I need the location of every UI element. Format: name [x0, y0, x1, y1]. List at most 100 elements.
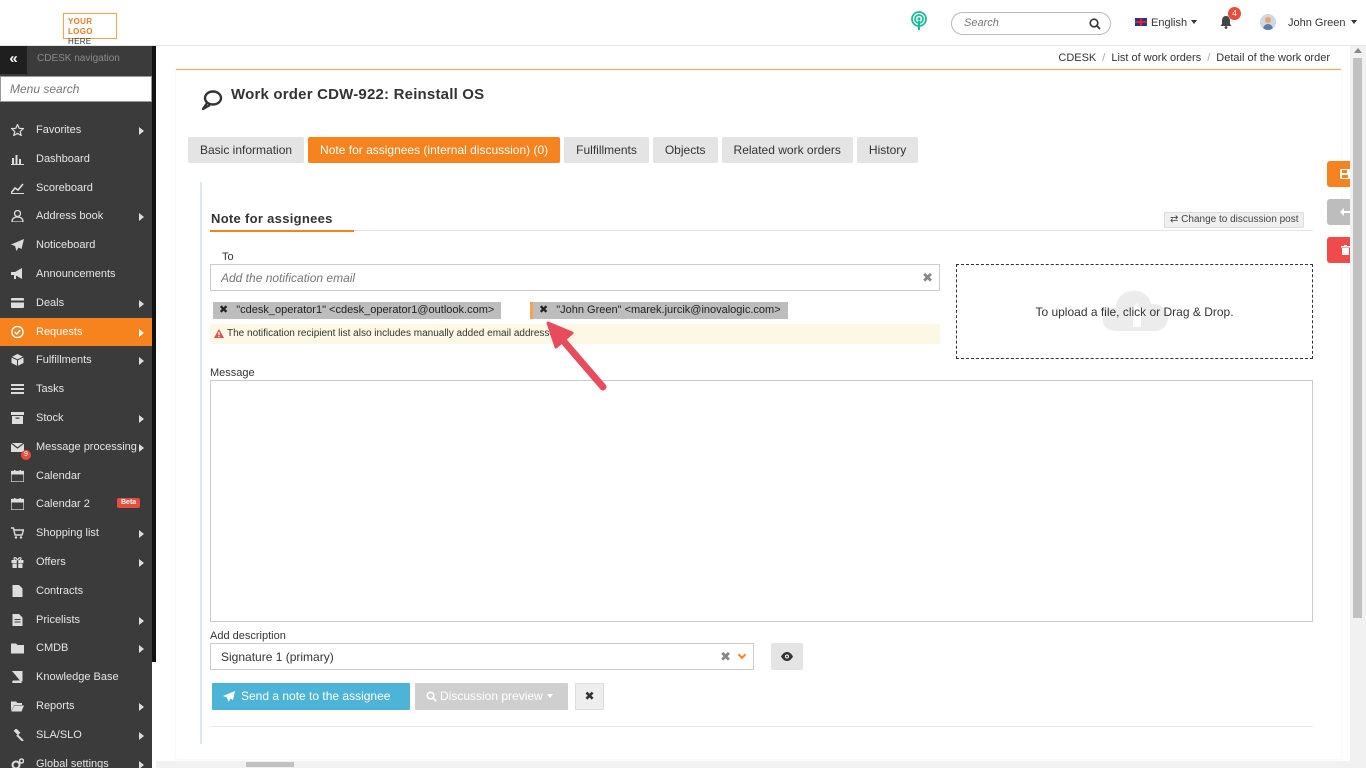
- file-icon: [12, 584, 23, 597]
- scroll-up-icon[interactable]: [1354, 48, 1362, 53]
- chevron-down-icon[interactable]: [737, 650, 747, 660]
- breadcrumb-separator: /: [1207, 52, 1211, 64]
- tasks-icon: [11, 384, 24, 395]
- file-upload-dropzone[interactable]: To upload a file, click or Drag & Drop.: [956, 264, 1313, 359]
- sidebar-item-global-settings[interactable]: Global settings: [0, 750, 152, 768]
- change-to-discussion-button[interactable]: ⇄ Change to discussion post: [1164, 212, 1305, 228]
- send-note-button[interactable]: Send a note to the assignee: [212, 683, 410, 710]
- breadcrumb-item-current: Detail of the work order: [1216, 52, 1330, 64]
- sidebar-item-tasks[interactable]: Tasks: [0, 375, 152, 404]
- sidebar-item-fulfillments[interactable]: Fulfillments: [0, 346, 152, 375]
- vertical-scrollbar[interactable]: [1350, 46, 1366, 768]
- sidebar-item-calendar[interactable]: Calendar: [0, 462, 152, 491]
- recipient-email-input[interactable]: [221, 271, 901, 285]
- collapse-sidebar-button[interactable]: «: [0, 46, 27, 74]
- sidebar-item-favorites[interactable]: Favorites: [0, 116, 152, 145]
- sidebar-item-address-book[interactable]: Address book: [0, 202, 152, 231]
- sidebar-item-label: SLA/SLO: [36, 728, 82, 741]
- sidebar-item-calendar-2[interactable]: Calendar 2 Beta: [0, 490, 152, 519]
- search-icon[interactable]: [1089, 18, 1101, 30]
- sidebar-item-contracts[interactable]: Contracts: [0, 577, 152, 606]
- scrollbar-thumb[interactable]: [246, 762, 294, 767]
- change-to-discussion-label: Change to discussion post: [1181, 214, 1299, 225]
- tab-basic-information[interactable]: Basic information: [188, 137, 305, 163]
- tab-note-for-assignees-internal-discussion-0[interactable]: Note for assignees (internal discussion)…: [308, 137, 561, 163]
- notification-badge: 4: [1228, 7, 1241, 20]
- sidebar-item-offers[interactable]: Offers: [0, 548, 152, 577]
- menu-search-input[interactable]: [10, 82, 140, 96]
- sidebar-item-label: Tasks: [36, 383, 65, 396]
- sidebar-item-label: Calendar 2: [36, 498, 90, 511]
- sidebar-item-cmdb[interactable]: CMDB: [0, 634, 152, 663]
- podcast-icon[interactable]: [909, 11, 929, 31]
- sidebar-item-requests[interactable]: Requests: [0, 317, 152, 347]
- arrow-left-icon: [1339, 208, 1351, 216]
- chevron-right-icon: [139, 414, 144, 423]
- search-input[interactable]: [964, 17, 1084, 29]
- company-logo[interactable]: YOUR LOGO HERE: [63, 13, 117, 46]
- tab-related-work-orders[interactable]: Related work orders: [721, 137, 853, 163]
- logo-line-1: YOUR LOGO: [68, 17, 93, 36]
- tab-fulfillments[interactable]: Fulfillments: [564, 137, 649, 163]
- sidebar-item-label: Requests: [36, 325, 83, 338]
- sidebar-item-scoreboard[interactable]: Scoreboard: [0, 174, 152, 203]
- search-icon: [426, 691, 437, 702]
- sidebar-item-label: Reports: [36, 699, 75, 712]
- menu-search[interactable]: [0, 76, 152, 102]
- sidebar-item-label: Stock: [36, 411, 64, 424]
- tab-history[interactable]: History: [856, 137, 919, 163]
- floppy-icon: [1340, 169, 1350, 179]
- card-icon: [11, 297, 24, 308]
- description-select[interactable]: Signature 1 (primary) ✖: [210, 643, 754, 670]
- unread-badge: 9: [21, 449, 31, 460]
- avatar[interactable]: [1260, 14, 1276, 30]
- sidebar-item-label: Address book: [36, 210, 104, 223]
- sidebar-item-dashboard[interactable]: Dashboard: [0, 145, 152, 174]
- user-name: John Green: [1288, 17, 1346, 29]
- discussion-preview-button[interactable]: Discussion preview: [415, 683, 568, 710]
- sidebar-item-shopping-list[interactable]: Shopping list: [0, 519, 152, 548]
- clear-icon[interactable]: ✖: [922, 270, 933, 286]
- horizontal-scrollbar[interactable]: [156, 761, 1350, 768]
- sidebar-item-sla-slo[interactable]: SLA/SLO: [0, 721, 152, 750]
- chevron-down-icon: [1351, 20, 1358, 24]
- scrollbar-thumb[interactable]: [1353, 58, 1362, 618]
- star-icon: [11, 124, 24, 136]
- sidebar-item-label: Announcements: [36, 267, 116, 280]
- section-divider: [210, 230, 1313, 231]
- chevron-right-icon: [139, 616, 144, 625]
- user-menu[interactable]: John Green: [1288, 17, 1358, 29]
- sidebar-item-noticeboard[interactable]: Noticeboard: [0, 231, 152, 260]
- sidebar-item-stock[interactable]: Stock: [0, 404, 152, 433]
- paper-plane-icon: [223, 691, 235, 702]
- preview-signature-button[interactable]: [771, 643, 803, 670]
- sidebar-item-pricelists[interactable]: Pricelists: [0, 606, 152, 635]
- trash-icon: [1340, 245, 1350, 255]
- sidebar-item-message-processing[interactable]: Message processing 9: [0, 433, 152, 462]
- sidebar-title: CDESK navigation: [37, 53, 120, 64]
- exchange-icon: ⇄: [1170, 214, 1182, 225]
- sidebar-item-deals[interactable]: Deals: [0, 289, 152, 318]
- sidebar-item-label: Calendar: [36, 469, 81, 482]
- language-selector[interactable]: English: [1135, 17, 1198, 29]
- breadcrumb-item[interactable]: CDESK: [1058, 52, 1096, 64]
- sidebar-item-reports[interactable]: Reports: [0, 692, 152, 721]
- paper-plane-icon: [11, 239, 24, 252]
- sidebar-item-announcements[interactable]: Announcements: [0, 260, 152, 289]
- sidebar-item-label: Pricelists: [36, 613, 81, 626]
- cancel-button[interactable]: ✖: [575, 683, 604, 710]
- remove-recipient-icon[interactable]: ✖: [219, 304, 228, 316]
- line-chart-icon: [11, 183, 24, 194]
- message-textarea[interactable]: [210, 380, 1313, 622]
- clear-icon[interactable]: ✖: [720, 649, 731, 665]
- sidebar-menu: Favorites Dashboard Scoreboard Address book…: [0, 116, 152, 768]
- sidebar-item-label: Fulfillments: [36, 354, 92, 367]
- recipient-email-field[interactable]: ✖: [210, 264, 940, 291]
- tab-objects[interactable]: Objects: [652, 137, 718, 163]
- global-search[interactable]: [951, 12, 1111, 35]
- sidebar-item-knowledge-base[interactable]: Knowledge Base: [0, 663, 152, 692]
- file-text-icon: [12, 613, 23, 626]
- breadcrumb-item[interactable]: List of work orders: [1111, 52, 1201, 64]
- folder-icon: [11, 643, 24, 654]
- gavel-icon: [13, 728, 24, 741]
